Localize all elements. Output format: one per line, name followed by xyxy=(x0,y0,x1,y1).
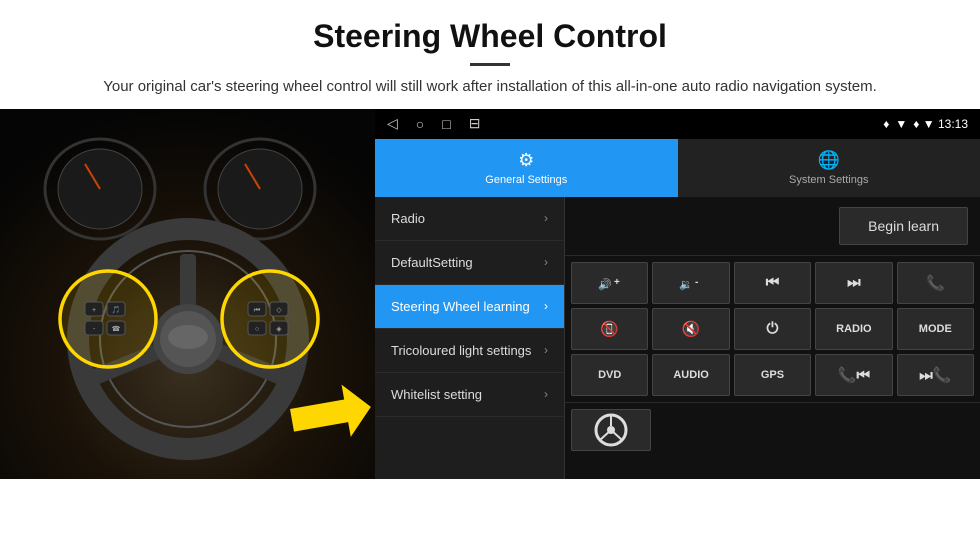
svg-text:+: + xyxy=(614,277,620,288)
right-panel: Begin learn 🔊 + 🔉 xyxy=(565,197,980,479)
chevron-icon: › xyxy=(544,387,548,401)
menu-item-radio-label: Radio xyxy=(391,211,425,226)
menu-item-steering[interactable]: Steering Wheel learning › xyxy=(375,285,564,329)
steering-wheel-image: + 🎵 - ☎ ⏮ ◇ ○ ◈ xyxy=(0,109,375,479)
radio-button[interactable]: RADIO xyxy=(815,308,892,350)
page-header: Steering Wheel Control Your original car… xyxy=(0,0,980,109)
bottom-icon-area xyxy=(565,402,980,457)
nav-icons: ◁ ○ □ ⊟ xyxy=(387,115,480,132)
mode-button[interactable]: MODE xyxy=(897,308,974,350)
clock: ♦ ▼ 13:13 xyxy=(913,117,968,131)
tab-system-label: System Settings xyxy=(789,174,868,186)
begin-learn-button[interactable]: Begin learn xyxy=(839,207,968,245)
vol-up-button[interactable]: 🔊 + xyxy=(571,262,648,304)
menu-item-steering-label: Steering Wheel learning xyxy=(391,299,530,314)
android-ui: ◁ ○ □ ⊟ ♦ ▼ ♦ ▼ 13:13 ⚙ General Settings xyxy=(375,109,980,479)
control-grid: 🔊 + 🔉 - ⏮ xyxy=(565,256,980,402)
settings-panel: Radio › DefaultSetting › Steering Wheel … xyxy=(375,197,980,479)
page-wrapper: Steering Wheel Control Your original car… xyxy=(0,0,980,479)
chevron-icon: › xyxy=(544,211,548,225)
location-icon: ♦ xyxy=(883,117,889,131)
home-icon[interactable]: ○ xyxy=(416,116,424,132)
left-menu: Radio › DefaultSetting › Steering Wheel … xyxy=(375,197,565,479)
header-subtitle: Your original car's steering wheel contr… xyxy=(40,76,940,99)
page-title: Steering Wheel Control xyxy=(40,18,940,55)
svg-text:-: - xyxy=(695,277,698,288)
dvd-button[interactable]: DVD xyxy=(571,354,648,396)
tab-system[interactable]: 🌐 System Settings xyxy=(678,139,980,197)
mute-button[interactable]: 🔇 xyxy=(652,308,729,350)
svg-text:🔊: 🔊 xyxy=(598,277,612,291)
signal-icon: ▼ xyxy=(895,117,907,131)
tel-prev-button[interactable]: 📞⏮ xyxy=(815,354,892,396)
svg-text:🔉: 🔉 xyxy=(679,279,693,291)
tab-general-label: General Settings xyxy=(485,174,567,186)
menu-item-default[interactable]: DefaultSetting › xyxy=(375,241,564,285)
menu-icon[interactable]: ⊟ xyxy=(469,115,481,132)
svg-text:☎: ☎ xyxy=(112,325,121,333)
svg-text:+: + xyxy=(92,307,96,314)
header-divider xyxy=(470,63,510,66)
power-button[interactable]: ⏻ xyxy=(734,308,811,350)
hang-up-button[interactable]: 📵 xyxy=(571,308,648,350)
status-icons: ♦ ▼ ♦ ▼ 13:13 xyxy=(883,117,968,131)
menu-item-radio[interactable]: Radio › xyxy=(375,197,564,241)
chevron-icon: › xyxy=(544,343,548,357)
recent-icon[interactable]: □ xyxy=(442,116,450,132)
back-icon[interactable]: ◁ xyxy=(387,115,398,132)
steering-wheel-svg: + 🎵 - ☎ ⏮ ◇ ○ ◈ xyxy=(0,109,375,479)
menu-item-tricolour[interactable]: Tricoloured light settings › xyxy=(375,329,564,373)
chevron-icon: › xyxy=(544,255,548,269)
svg-text:○: ○ xyxy=(255,326,259,333)
system-settings-icon: 🌐 xyxy=(818,150,840,171)
audio-button[interactable]: AUDIO xyxy=(652,354,729,396)
menu-item-default-label: DefaultSetting xyxy=(391,255,473,270)
phone-answer-button[interactable]: 📞 xyxy=(897,262,974,304)
tab-general[interactable]: ⚙ General Settings xyxy=(375,139,678,197)
steering-wheel-icon xyxy=(593,412,629,448)
menu-item-whitelist-label: Whitelist setting xyxy=(391,387,482,402)
next-track-button[interactable]: ⏭ xyxy=(815,262,892,304)
svg-text:🎵: 🎵 xyxy=(112,305,121,314)
vol-down-button[interactable]: 🔉 - xyxy=(652,262,729,304)
main-content: + 🎵 - ☎ ⏮ ◇ ○ ◈ xyxy=(0,109,980,479)
menu-item-whitelist[interactable]: Whitelist setting › xyxy=(375,373,564,417)
gps-button[interactable]: GPS xyxy=(734,354,811,396)
tel-next-button[interactable]: ⏭📞 xyxy=(897,354,974,396)
general-settings-icon: ⚙ xyxy=(518,150,534,171)
svg-text:⏮: ⏮ xyxy=(254,307,260,314)
svg-text:◈: ◈ xyxy=(276,326,282,333)
chevron-icon: › xyxy=(544,299,548,313)
menu-item-tricolour-label: Tricoloured light settings xyxy=(391,343,531,358)
prev-track-button[interactable]: ⏮ xyxy=(734,262,811,304)
svg-text:◇: ◇ xyxy=(276,307,282,314)
begin-learn-area: Begin learn xyxy=(565,197,980,256)
tab-bar: ⚙ General Settings 🌐 System Settings xyxy=(375,139,980,197)
steering-icon-button[interactable] xyxy=(571,409,651,451)
status-bar: ◁ ○ □ ⊟ ♦ ▼ ♦ ▼ 13:13 xyxy=(375,109,980,139)
